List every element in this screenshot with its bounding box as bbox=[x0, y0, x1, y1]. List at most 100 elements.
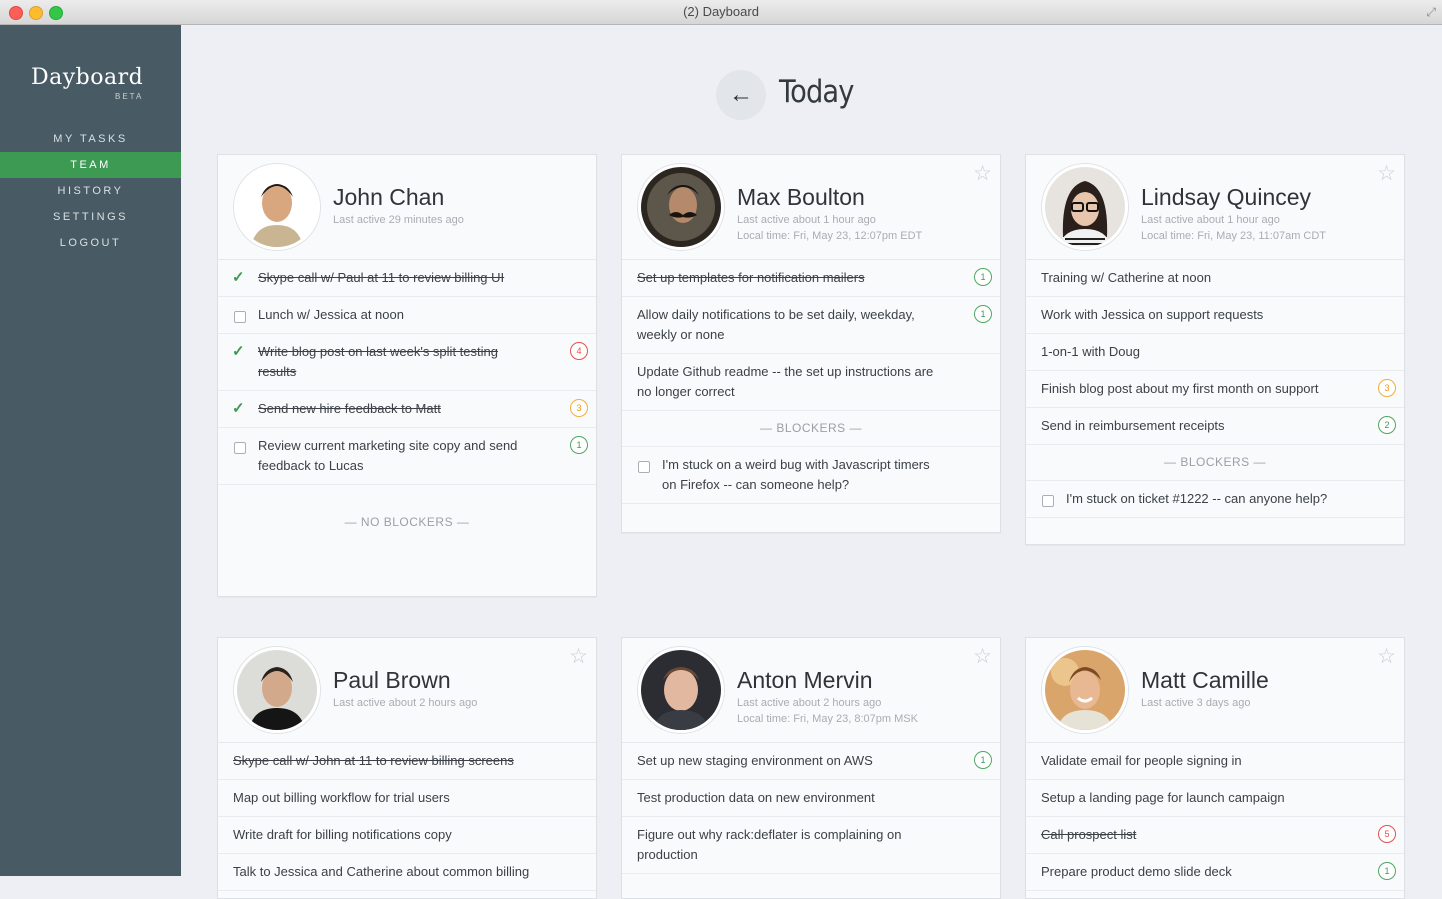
day-count-badge: 2 bbox=[1378, 416, 1396, 434]
sidebar-nav: MY TASKS TEAM HISTORY SETTINGS LOGOUT bbox=[0, 126, 181, 256]
day-count-badge: 1 bbox=[974, 305, 992, 323]
fullscreen-icon[interactable]: ⤢ bbox=[1426, 5, 1436, 20]
app-logo[interactable]: Dayboard bbox=[31, 65, 143, 90]
avatar[interactable] bbox=[1042, 647, 1128, 733]
task-row[interactable]: Set up new staging environment on AWS 1 bbox=[622, 743, 1000, 780]
card-header: Anton Mervin Last active about 2 hours a… bbox=[622, 638, 1000, 743]
avatar[interactable] bbox=[1042, 164, 1128, 250]
task-text: Finish blog post about my first month on… bbox=[1041, 381, 1319, 396]
task-checkbox[interactable] bbox=[234, 442, 246, 454]
blocker-text: I'm stuck on ticket #1222 -- can anyone … bbox=[1066, 491, 1328, 506]
task-text: Send new hire feedback to Matt bbox=[258, 401, 441, 416]
card-header: Matt Camille Last active 3 days ago ☆ bbox=[1026, 638, 1404, 743]
sidebar-item-my-tasks[interactable]: MY TASKS bbox=[0, 126, 181, 152]
arrow-left-icon: ← bbox=[729, 81, 753, 108]
task-text: Review current marketing site copy and s… bbox=[258, 438, 518, 473]
task-row[interactable]: Review current marketing site copy and s… bbox=[218, 428, 596, 485]
task-row[interactable]: ✓ Write blog post on last week's split t… bbox=[218, 334, 596, 391]
member-name: Matt Camille bbox=[1141, 667, 1269, 693]
star-icon[interactable]: ☆ bbox=[973, 644, 992, 669]
task-row[interactable]: Send in reimbursement receipts 2 bbox=[1026, 408, 1404, 445]
card-header: Paul Brown Last active about 2 hours ago… bbox=[218, 638, 596, 743]
task-row[interactable]: Finish blog post about my first month on… bbox=[1026, 371, 1404, 408]
task-row[interactable]: Call prospect list 5 bbox=[1026, 817, 1404, 854]
sidebar-item-logout[interactable]: LOGOUT bbox=[0, 230, 181, 256]
member-name: John Chan bbox=[333, 184, 445, 210]
beta-badge: BETA bbox=[115, 92, 144, 101]
local-time: Local time: Fri, May 23, 11:07am CDT bbox=[1141, 230, 1327, 242]
task-text: Send in reimbursement receipts bbox=[1041, 418, 1225, 433]
star-icon[interactable]: ☆ bbox=[973, 161, 992, 186]
task-row[interactable]: Training w/ Catherine at noon bbox=[1026, 260, 1404, 297]
task-row[interactable]: 1-on-1 with Doug bbox=[1026, 334, 1404, 371]
task-row[interactable]: Setup a landing page for launch campaign bbox=[1026, 780, 1404, 817]
task-text: Prepare product demo slide deck bbox=[1041, 864, 1232, 879]
day-count-badge: 5 bbox=[1378, 825, 1396, 843]
task-text: 1-on-1 with Doug bbox=[1041, 344, 1140, 359]
task-row[interactable]: Allow daily notifications to be set dail… bbox=[622, 297, 1000, 354]
star-icon[interactable]: ☆ bbox=[569, 644, 588, 669]
task-row[interactable]: Figure out why rack:deflater is complain… bbox=[622, 817, 1000, 874]
task-row[interactable]: ✓ Send new hire feedback to Matt 3 bbox=[218, 391, 596, 428]
day-count-badge: 4 bbox=[570, 342, 588, 360]
task-row[interactable]: Write draft for billing notifications co… bbox=[218, 817, 596, 854]
checkmark-icon[interactable]: ✓ bbox=[232, 342, 245, 362]
task-row[interactable]: Map out billing workflow for trial users bbox=[218, 780, 596, 817]
task-text: Map out billing workflow for trial users bbox=[233, 790, 450, 805]
team-member-card: Paul Brown Last active about 2 hours ago… bbox=[217, 637, 597, 899]
card-header: Lindsay Quincey Last active about 1 hour… bbox=[1026, 155, 1404, 260]
task-text: Skype call w/ Paul at 11 to review billi… bbox=[258, 270, 505, 285]
member-name: Paul Brown bbox=[333, 667, 451, 693]
task-text: Write blog post on last week's split tes… bbox=[258, 344, 498, 379]
window-titlebar: (2) Dayboard ⤢ bbox=[0, 0, 1442, 25]
task-row[interactable]: Prepare product demo slide deck 1 bbox=[1026, 854, 1404, 891]
blockers-header: — NO BLOCKERS — bbox=[344, 515, 470, 529]
task-row[interactable]: ✓ Skype call w/ Paul at 11 to review bil… bbox=[218, 260, 596, 297]
task-row[interactable]: Validate email for people signing in bbox=[1026, 743, 1404, 780]
sidebar-item-settings[interactable]: SETTINGS bbox=[0, 204, 181, 230]
member-name: Anton Mervin bbox=[737, 667, 873, 693]
team-member-card: Anton Mervin Last active about 2 hours a… bbox=[621, 637, 1001, 899]
task-row[interactable]: Test production data on new environment bbox=[622, 780, 1000, 817]
sidebar-item-team[interactable]: TEAM bbox=[0, 152, 181, 178]
task-text: Set up templates for notification mailer… bbox=[637, 270, 865, 285]
task-text: Write draft for billing notifications co… bbox=[233, 827, 452, 842]
task-checkbox[interactable] bbox=[234, 311, 246, 323]
checkmark-icon[interactable]: ✓ bbox=[232, 268, 245, 288]
star-icon[interactable]: ☆ bbox=[1377, 644, 1396, 669]
avatar[interactable] bbox=[234, 164, 320, 250]
last-active: Last active 29 minutes ago bbox=[333, 214, 464, 226]
task-row[interactable]: Talk to Jessica and Catherine about comm… bbox=[218, 854, 596, 891]
sidebar-item-history[interactable]: HISTORY bbox=[0, 178, 181, 204]
card-header: John Chan Last active 29 minutes ago bbox=[218, 155, 596, 260]
team-member-card: Lindsay Quincey Last active about 1 hour… bbox=[1025, 154, 1405, 545]
blocker-row[interactable]: I'm stuck on ticket #1222 -- can anyone … bbox=[1026, 481, 1404, 518]
day-count-badge: 1 bbox=[974, 751, 992, 769]
blocker-checkbox[interactable] bbox=[638, 461, 650, 473]
task-row[interactable]: Lunch w/ Jessica at noon bbox=[218, 297, 596, 334]
avatar[interactable] bbox=[638, 164, 724, 250]
local-time: Local time: Fri, May 23, 12:07pm EDT bbox=[737, 230, 923, 242]
avatar[interactable] bbox=[638, 647, 724, 733]
star-icon[interactable]: ☆ bbox=[1377, 161, 1396, 186]
task-text: Test production data on new environment bbox=[637, 790, 875, 805]
task-text: Talk to Jessica and Catherine about comm… bbox=[233, 864, 530, 879]
task-row[interactable]: Skype call w/ John at 11 to review billi… bbox=[218, 743, 596, 780]
day-count-badge: 1 bbox=[974, 268, 992, 286]
last-active: Last active about 1 hour ago bbox=[1141, 214, 1280, 226]
last-active: Last active about 2 hours ago bbox=[333, 697, 478, 709]
day-count-badge: 3 bbox=[570, 399, 588, 417]
blocker-checkbox[interactable] bbox=[1042, 495, 1054, 507]
avatar[interactable] bbox=[234, 647, 320, 733]
back-button[interactable]: ← bbox=[716, 70, 766, 120]
task-row[interactable]: Work with Jessica on support requests bbox=[1026, 297, 1404, 334]
task-row[interactable]: Set up templates for notification mailer… bbox=[622, 260, 1000, 297]
team-member-card: Matt Camille Last active 3 days ago ☆ Va… bbox=[1025, 637, 1405, 899]
task-text: Update Github readme -- the set up instr… bbox=[637, 364, 934, 399]
member-name: Max Boulton bbox=[737, 184, 865, 210]
task-row[interactable]: Update Github readme -- the set up instr… bbox=[622, 354, 1000, 411]
task-text: Skype call w/ John at 11 to review billi… bbox=[233, 753, 514, 768]
checkmark-icon[interactable]: ✓ bbox=[232, 399, 245, 419]
blocker-row[interactable]: I'm stuck on a weird bug with Javascript… bbox=[622, 447, 1000, 504]
task-text: Lunch w/ Jessica at noon bbox=[258, 307, 404, 322]
